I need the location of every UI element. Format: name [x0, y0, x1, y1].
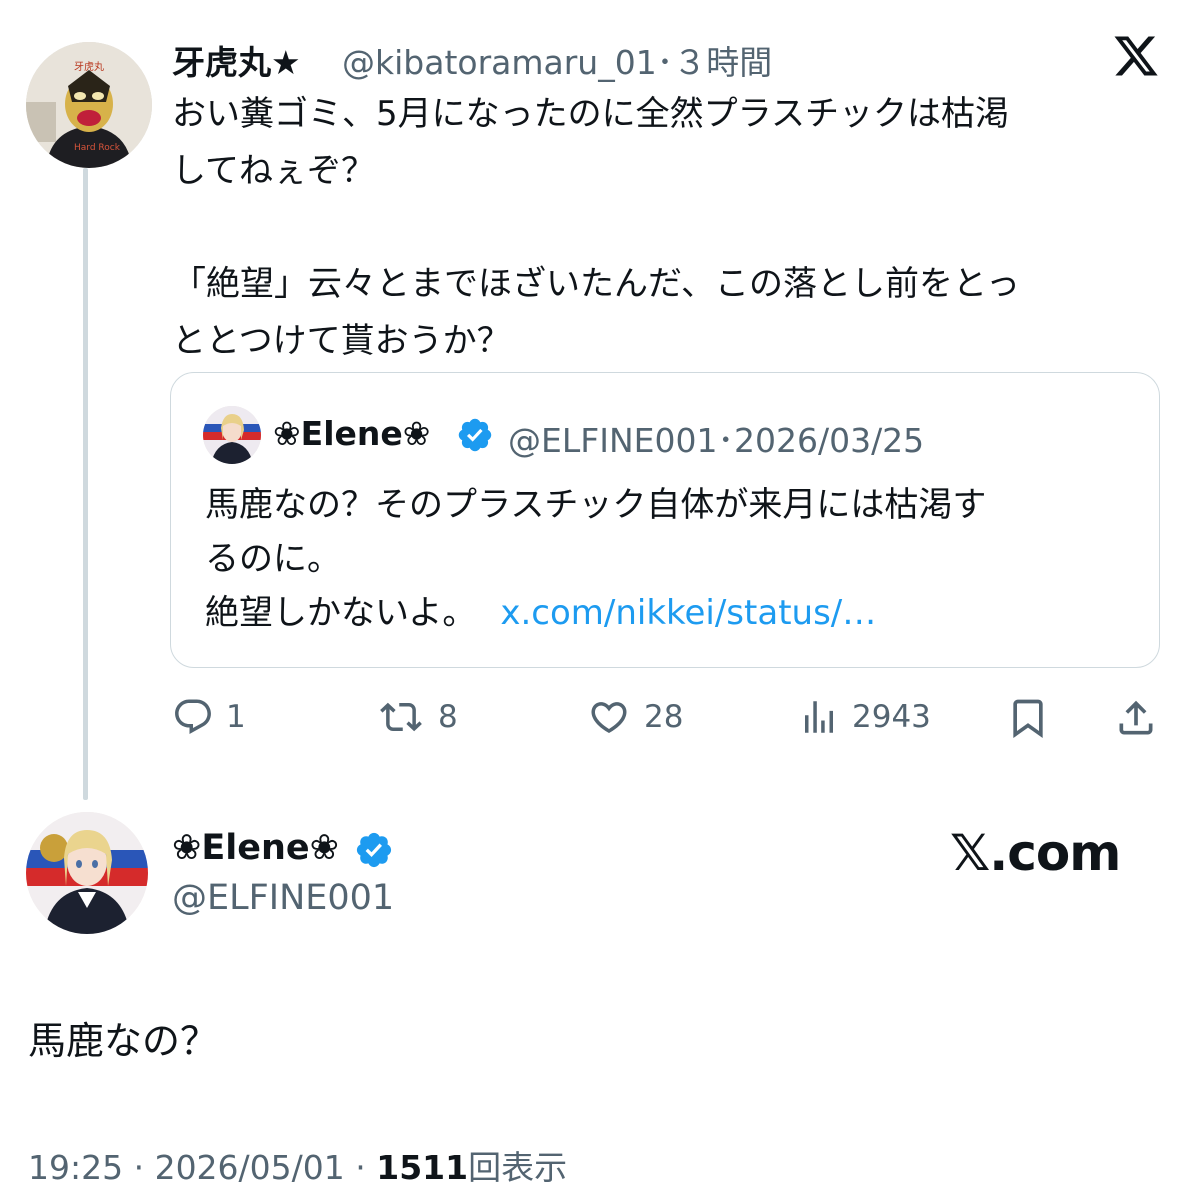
quoted-text-line: 絶望しかないよ。 — [205, 593, 477, 633]
quoted-link[interactable]: x.com/nikkei/status/… — [500, 593, 876, 633]
quoted-text-line: 馬鹿なの？そのプラスチック自体が来月には枯渇す — [205, 485, 987, 525]
share-icon — [1114, 696, 1158, 740]
svg-text:Hard Rock: Hard Rock — [74, 143, 121, 153]
view-count: 1511 — [376, 1148, 469, 1187]
tweet-timestamp[interactable]: 19:25 · 2026/05/01 · — [28, 1148, 376, 1187]
retweet-button[interactable]: 8 — [376, 696, 458, 738]
avatar-elene-small[interactable] — [203, 406, 261, 464]
reply-count: 1 — [226, 699, 246, 735]
bookmark-button[interactable] — [1006, 696, 1050, 740]
view-count-label: 回表示 — [468, 1148, 568, 1187]
svg-text:牙虎丸: 牙虎丸 — [74, 60, 104, 73]
heart-icon — [586, 696, 632, 738]
avatar-kibatoramaru[interactable]: 牙虎丸 Hard Rock — [26, 42, 152, 168]
tweet-body: おい糞ゴミ、5月になったのに全然プラスチックは枯渇 してねぇぞ？ 「絶望」云々と… — [172, 86, 1157, 370]
quoted-author-handle-date[interactable]: @ELFINE001･2026/03/25 — [508, 414, 924, 462]
author-name[interactable]: ❀Elene❀ — [172, 828, 339, 868]
bookmark-icon — [1006, 696, 1050, 740]
tweet-text-line: してねぇぞ？ — [172, 151, 375, 191]
views-button[interactable]: 2943 — [798, 696, 931, 738]
like-button[interactable]: 28 — [586, 696, 683, 738]
tweet-text-line: 「絶望」云々とまでほざいたんだ、この落とし前をとっ — [172, 264, 1020, 304]
reply-button[interactable]: 1 — [172, 696, 246, 738]
quoted-text-line: るのに。 — [205, 539, 341, 579]
retweet-icon — [376, 696, 426, 738]
thread-connector-line — [83, 168, 88, 800]
x-com-watermark: 𝕏.com — [950, 824, 1121, 882]
views-count: 2943 — [852, 699, 931, 735]
reply-icon — [172, 696, 214, 738]
share-button[interactable] — [1114, 696, 1158, 740]
author-name[interactable]: 牙虎丸★ — [172, 36, 301, 84]
like-count: 28 — [644, 699, 684, 735]
verified-badge-icon — [354, 830, 394, 870]
tweet-body: 馬鹿なの？ — [28, 1019, 219, 1063]
verified-badge-icon — [456, 416, 494, 454]
views-icon — [798, 696, 840, 738]
retweet-count: 8 — [438, 699, 458, 735]
quoted-tweet-body: 馬鹿なの？そのプラスチック自体が来月には枯渇す るのに。 絶望しかないよ。 x.c… — [205, 478, 1125, 640]
tweet-text-line: おい糞ゴミ、5月になったのに全然プラスチックは枯渇 — [172, 94, 1009, 134]
author-handle-time[interactable]: @kibatoramaru_01･３時間 — [342, 36, 772, 84]
x-logo-icon — [1112, 32, 1160, 80]
tweet-text-line: ととつけて貰おうか？ — [172, 321, 511, 361]
tweet-meta: 19:25 · 2026/05/01 · 1511回表示 — [28, 1141, 567, 1189]
author-handle[interactable]: @ELFINE001 — [172, 878, 394, 918]
quoted-author-name[interactable]: ❀Elene❀ — [273, 414, 430, 453]
avatar-elene[interactable] — [26, 812, 148, 934]
